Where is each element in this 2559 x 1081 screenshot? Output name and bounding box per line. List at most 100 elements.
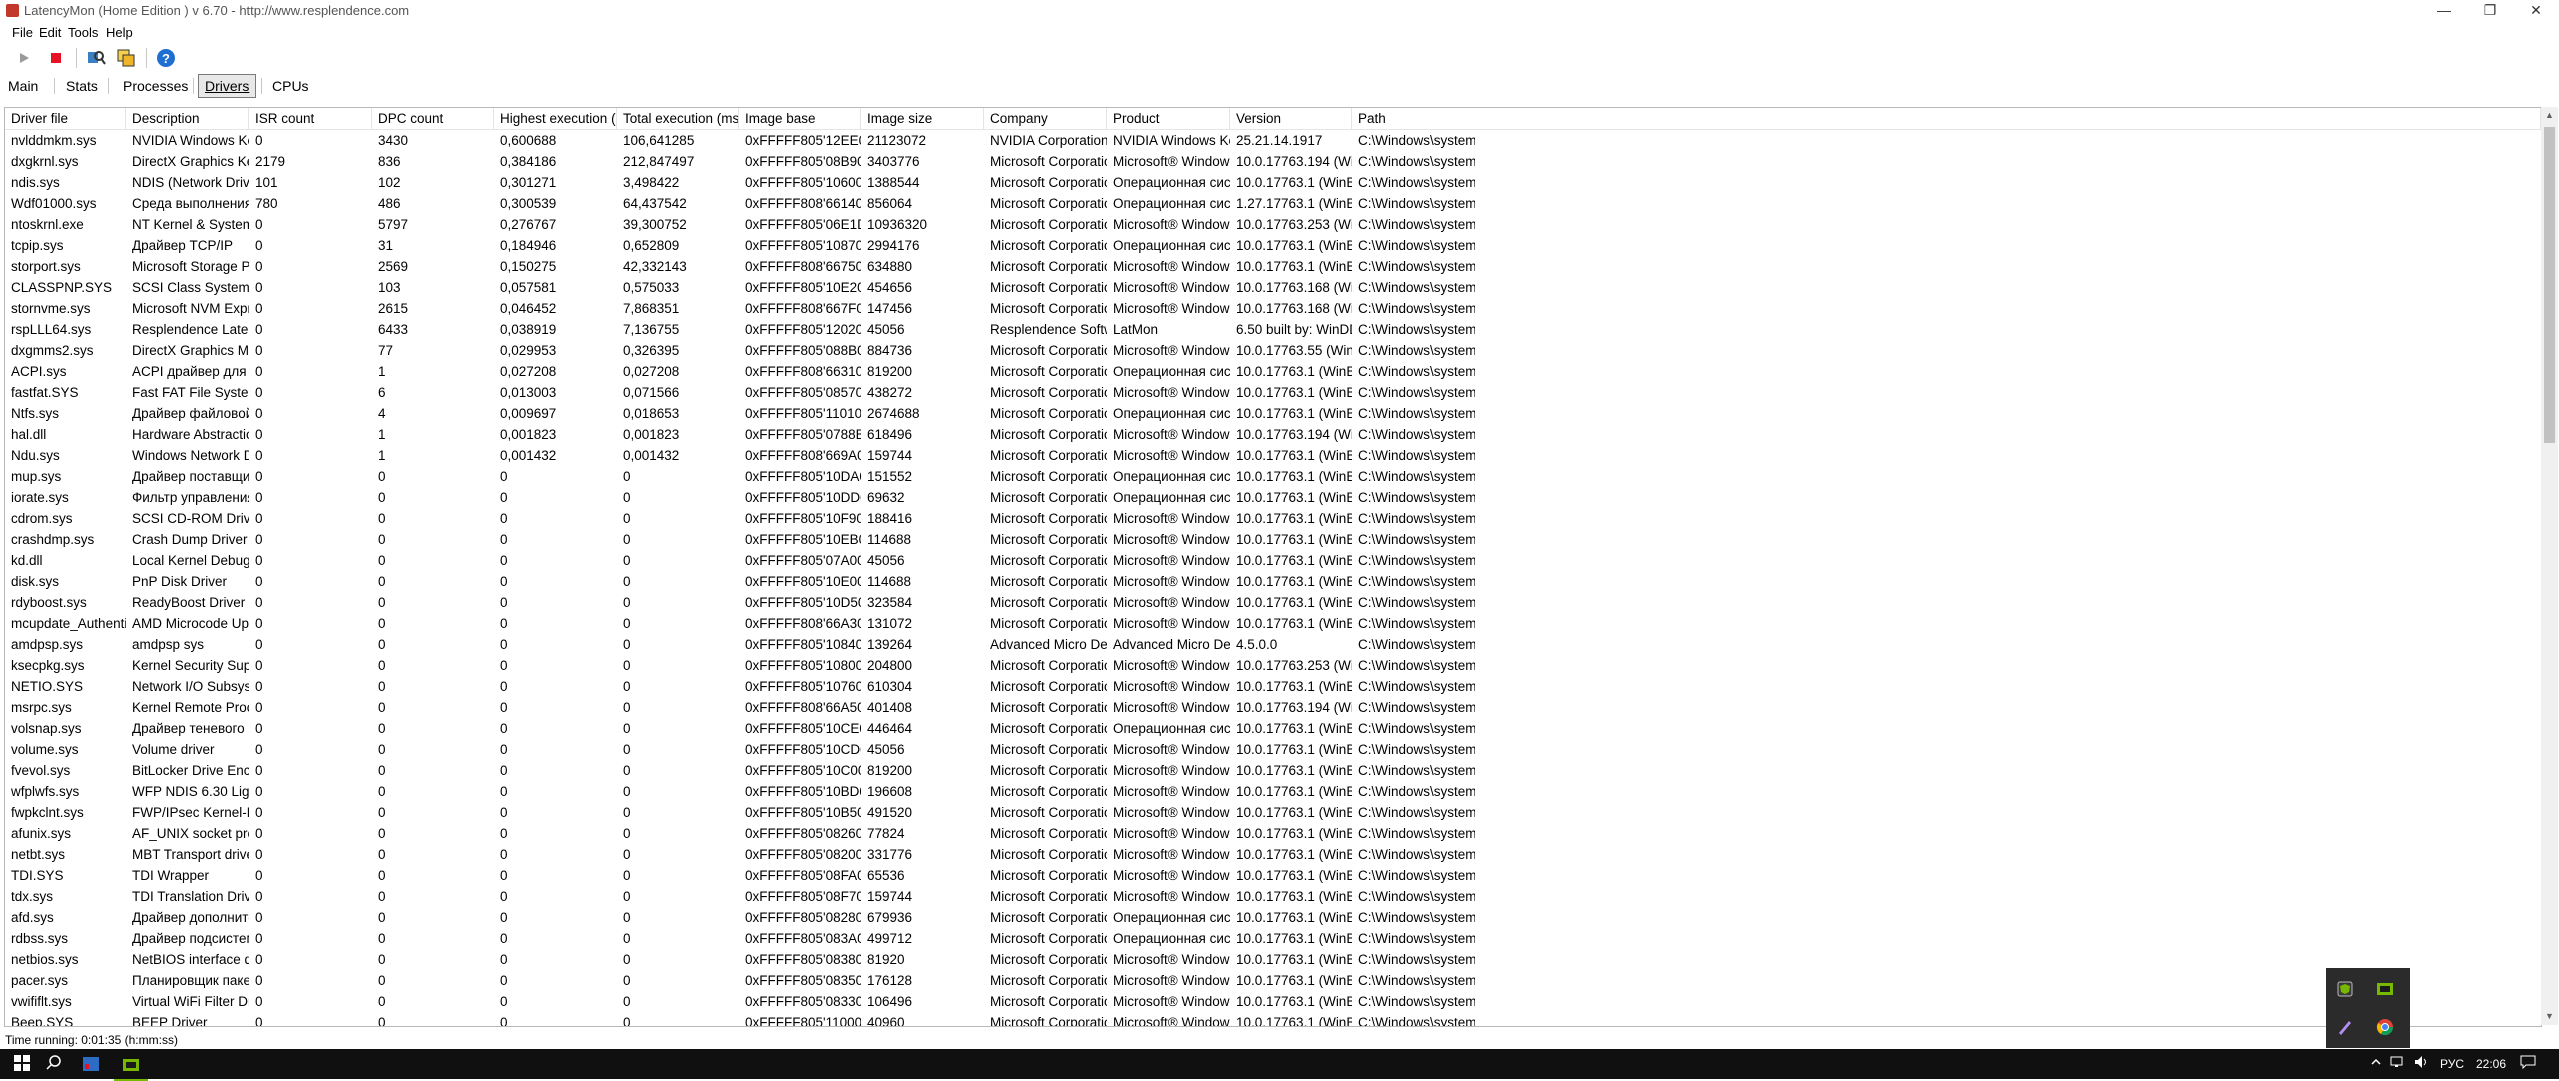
table-row[interactable]: stornvme.sys Microsoft NVM Express Stor..… (5, 298, 2541, 319)
table-row[interactable]: hal.dllHardware Abstraction Layer ...010… (5, 424, 2541, 445)
table-row[interactable]: ksecpkg.sys Kernel Security Support Pro..… (5, 655, 2541, 676)
table-row[interactable]: dxgmms2.sys DirectX Graphics MMS 0 77 0,0299… (5, 340, 2541, 361)
company-cell: Microsoft Corporation (990, 217, 1107, 232)
table-row[interactable]: Beep.SYS BEEP Driver 0 0 0 0 0xFFFFF805'110000… (5, 1012, 2541, 1026)
pen-icon[interactable] (2336, 1018, 2358, 1036)
table-row[interactable]: crashdmp.sys Crash Dump Driver 0 0 0 0 0xFFFFF… (5, 529, 2541, 550)
table-row[interactable]: Ndu.sys Windows Network Data Usa... 0 1 0,00… (5, 445, 2541, 466)
tab-drivers[interactable]: Drivers (198, 74, 257, 98)
table-row[interactable]: rdbss.sys Драйвер подсистемы буф... 0 0 0 0 0x… (5, 928, 2541, 949)
table-row[interactable]: ACPI.sys ACPI драйвер для NT 0 1 0,027208 0,0… (5, 361, 2541, 382)
stop-icon[interactable] (44, 46, 68, 70)
play-icon[interactable] (12, 46, 36, 70)
maximize-button[interactable]: ❐ (2467, 0, 2513, 22)
menu-edit[interactable]: Edit (39, 25, 61, 40)
vertical-scrollbar[interactable]: ▲ ▼ (2541, 107, 2558, 1025)
search-icon[interactable] (46, 1055, 62, 1076)
highest-execution-cell: 0,027208 (500, 364, 557, 379)
scroll-up-icon[interactable]: ▲ (2541, 107, 2558, 124)
table-row[interactable]: ndis.sys NDIS (Network Driver Interf... 10… (5, 172, 2541, 193)
driver-file-cell: volsnap.sys (11, 721, 82, 736)
column-header-isr-count[interactable]: ISR count (249, 108, 372, 129)
image-base-cell: 0xFFFFF805'10E20000 (745, 280, 861, 295)
table-row[interactable]: storport.sys Microsoft Storage Port Drive… (5, 256, 2541, 277)
table-row[interactable]: wfplwfs.sys WFP NDIS 6.30 Lightweight ...… (5, 781, 2541, 802)
network-icon[interactable] (2390, 1055, 2406, 1074)
table-row[interactable]: rspLLL64.sys Resplendence Latency Monit..… (5, 319, 2541, 340)
table-row[interactable]: rdyboost.sys ReadyBoost Driver 0 0 0 0 0xFFFFF… (5, 592, 2541, 613)
windows-start-icon[interactable] (14, 1055, 30, 1076)
menu-tools[interactable]: Tools (68, 25, 98, 40)
table-row[interactable]: amdpsp.sys amdpsp sys 0 0 0 0 0xFFFFF805'10840… (5, 634, 2541, 655)
column-header-total-execution[interactable]: Total execution (ms) (617, 108, 739, 129)
table-row[interactable]: volsnap.sys Драйвер теневого копиро... 0 0 0… (5, 718, 2541, 739)
latencymon-taskbar-icon[interactable] (82, 1055, 100, 1078)
table-row[interactable]: vwififlt.sys Virtual WiFi Filter Driver 0 0… (5, 991, 2541, 1012)
column-header-driver-file[interactable]: Driver file (5, 108, 126, 129)
table-row[interactable]: afunix.sys AF_UNIX socket provider 0 0 0 0 0xF… (5, 823, 2541, 844)
notifications-icon[interactable] (2520, 1055, 2536, 1074)
column-header-product[interactable]: Product (1107, 108, 1230, 129)
tab-stats[interactable]: Stats (59, 74, 105, 98)
table-row[interactable]: netbios.sys NetBIOS interface driver 0 0 0 0 0… (5, 949, 2541, 970)
menu-help[interactable]: Help (106, 25, 133, 40)
column-header-description[interactable]: Description (126, 108, 249, 129)
menu-file[interactable]: File (12, 25, 33, 40)
table-row[interactable]: mcupdate_AuthenticAMD.dll AMD Microcode U… (5, 613, 2541, 634)
column-header-image-size[interactable]: Image size (861, 108, 984, 129)
table-row[interactable]: fastfat.SYS Fast FAT File System Driver 0 6… (5, 382, 2541, 403)
table-row[interactable]: Wdf01000.sys Среда выполнения платф... 780… (5, 193, 2541, 214)
tab-cpus[interactable]: CPUs (265, 74, 316, 98)
scroll-down-icon[interactable]: ▼ (2541, 1008, 2558, 1025)
clock[interactable]: 22:06 (2476, 1057, 2506, 1071)
shield-app-icon[interactable] (2336, 980, 2358, 998)
nvidia-icon[interactable] (2376, 980, 2398, 998)
table-row[interactable]: pacer.sys Планировщик пакетов QoS 0 0 0 0 0xFF… (5, 970, 2541, 991)
find-icon[interactable] (84, 46, 108, 70)
dpc-count-cell: 0 (378, 511, 386, 526)
table-row[interactable]: kd.dll Local Kernel Debugger 0 0 0 0 0xFFFFF80… (5, 550, 2541, 571)
table-row[interactable]: fwpkclnt.sys FWP/IPsec Kernel-Mode API 0 0 0… (5, 802, 2541, 823)
column-header-highest-execution[interactable]: Highest execution (ms) (494, 108, 617, 129)
table-row[interactable]: nvlddmkm.sys NVIDIA Windows Kernel Mod...… (5, 130, 2541, 151)
tray-overflow-chevron-icon[interactable] (2370, 1055, 2382, 1073)
table-row[interactable]: volume.sys Volume driver 0 0 0 0 0xFFFFF805'10… (5, 739, 2541, 760)
column-header-image-base[interactable]: Image base (739, 108, 861, 129)
tab-main[interactable]: Main (1, 74, 45, 98)
minimize-button[interactable]: — (2421, 0, 2467, 22)
column-header-dpc-count[interactable]: DPC count (372, 108, 494, 129)
table-row[interactable]: dxgkrnl.sys DirectX Graphics Kernel 2179 83… (5, 151, 2541, 172)
table-row[interactable]: cdrom.sys SCSI CD-ROM Driver 0 0 0 0 0xFFFFF80… (5, 508, 2541, 529)
table-row[interactable]: netbt.sys MBT Transport driver 0 0 0 0 0xFFFFF… (5, 844, 2541, 865)
product-cell: Microsoft® Windows® Ope... (1113, 742, 1230, 757)
copy-window-icon[interactable] (114, 46, 138, 70)
help-icon[interactable]: ? (154, 46, 178, 70)
table-row[interactable]: disk.sys PnP Disk Driver 0 0 0 0 0xFFFFF805'10… (5, 571, 2541, 592)
table-row[interactable]: NETIO.SYS Network I/O Subsystem 0 0 0 0 0xFFFF… (5, 676, 2541, 697)
table-row[interactable]: iorate.sys Фильтр управления скоро... 0 0 0 0… (5, 487, 2541, 508)
scrollbar-thumb[interactable] (2544, 127, 2555, 443)
table-row[interactable]: msrpc.sys Kernel Remote Procedure C... 0 0 0… (5, 697, 2541, 718)
table-row[interactable]: CLASSPNP.SYS SCSI Class System Dll 0 103 0,0… (5, 277, 2541, 298)
image-base-cell: 0xFFFFF805'10CD0000 (745, 742, 861, 757)
table-row[interactable]: tdx.sys TDI Translation Driver 0 0 0 0 0xFFFFF… (5, 886, 2541, 907)
column-header-version[interactable]: Version (1230, 108, 1352, 129)
column-header-company[interactable]: Company (984, 108, 1107, 129)
table-row[interactable]: afd.sys Драйвер дополнительных... 0 0 0 0 0xFF… (5, 907, 2541, 928)
table-row[interactable]: Ntfs.sys Драйвер файловой систем... 0 4 0,00… (5, 403, 2541, 424)
volume-icon[interactable] (2414, 1055, 2430, 1074)
description-cell: Фильтр управления скоро... (132, 490, 249, 505)
close-button[interactable]: ✕ (2513, 0, 2559, 22)
table-row[interactable]: tcpip.sys Драйвер TCP/IP 0 31 0,184946 0,6528… (5, 235, 2541, 256)
table-row[interactable]: mup.sys Драйвер поставщика мно... 0 0 0 0 0xFF… (5, 466, 2541, 487)
nvidia-taskbar-button[interactable] (114, 1052, 148, 1081)
dpc-count-cell: 0 (378, 847, 386, 862)
table-row[interactable]: TDI.SYS TDI Wrapper 0 0 0 0 0xFFFFF805'08FA000… (5, 865, 2541, 886)
column-header-path[interactable]: Path (1352, 108, 2541, 129)
tab-processes[interactable]: Processes (116, 74, 195, 98)
chrome-icon[interactable] (2376, 1018, 2398, 1036)
table-row[interactable]: ntoskrnl.exe NT Kernel & System 0 5797 0,276… (5, 214, 2541, 235)
language-indicator[interactable]: РУС (2440, 1057, 2464, 1071)
toolbar: ? (0, 44, 2559, 72)
table-row[interactable]: fvevol.sys BitLocker Drive Encryption ...… (5, 760, 2541, 781)
